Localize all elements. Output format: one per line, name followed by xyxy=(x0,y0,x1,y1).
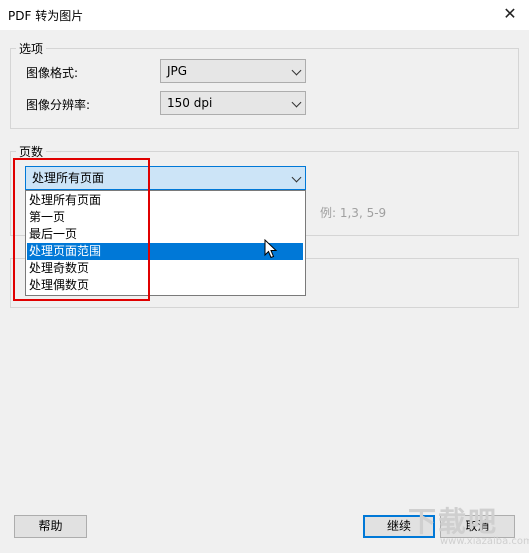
image-resolution-label: 图像分辨率: xyxy=(26,98,91,112)
image-resolution-value: 150 dpi xyxy=(167,96,213,110)
image-resolution-select[interactable]: 150 dpi xyxy=(160,91,306,115)
image-format-select[interactable]: JPG xyxy=(160,59,306,83)
image-format-value: JPG xyxy=(167,64,188,78)
highlight-box xyxy=(13,158,150,301)
watermark-url: www.xiazaiba.com xyxy=(440,536,529,547)
options-legend: 选项 xyxy=(16,40,47,57)
title-bar: PDF 转为图片 ✕ xyxy=(0,0,529,30)
chevron-down-icon xyxy=(291,97,302,108)
chevron-down-icon xyxy=(291,65,302,76)
help-button[interactable]: 帮助 xyxy=(14,515,87,538)
chevron-down-icon xyxy=(291,172,302,183)
page-range-hint: 例: 1,3, 5-9 xyxy=(320,206,387,220)
close-icon[interactable]: ✕ xyxy=(498,2,522,26)
window-title: PDF 转为图片 xyxy=(8,9,84,23)
mouse-pointer-icon xyxy=(264,239,278,259)
watermark-logo: 下载吧 xyxy=(408,505,499,538)
image-format-label: 图像格式: xyxy=(26,66,79,80)
